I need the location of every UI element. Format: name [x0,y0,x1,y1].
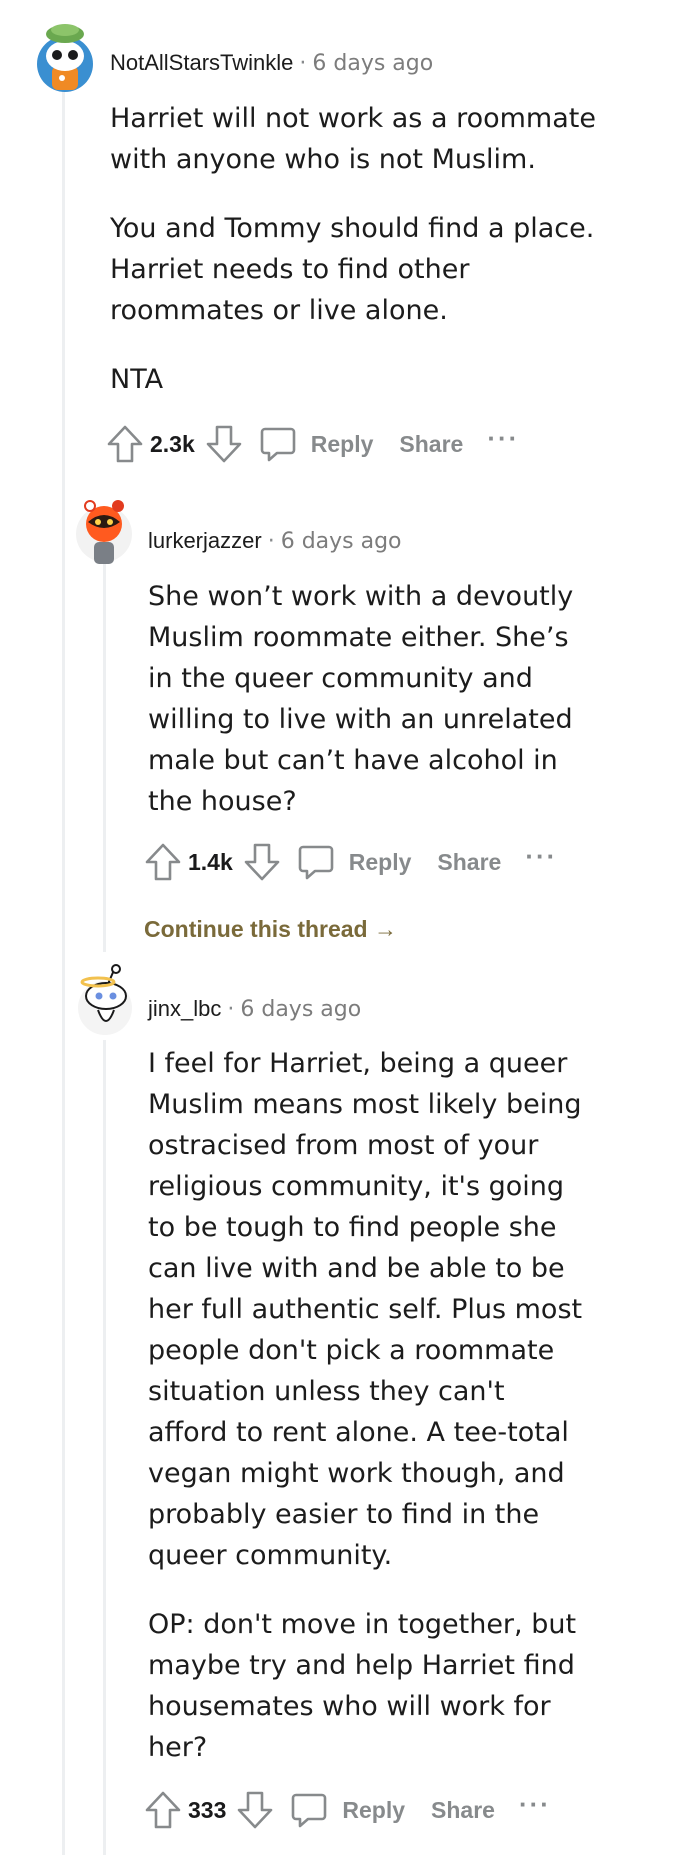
timestamp[interactable]: 6 days ago [312,51,433,76]
avatar-snoo-icon [78,964,132,1035]
avatar[interactable] [74,494,134,566]
avatar-snoo-icon [37,24,93,92]
comment-icon [298,845,334,880]
comment-icon [260,427,296,462]
vote-count: 333 [188,1796,227,1823]
downvote-icon [206,425,242,463]
downvote-button[interactable] [236,1790,274,1830]
downvote-button[interactable] [243,842,281,882]
comment-body: I feel for Harriet, being a queer Muslim… [148,1043,588,1796]
thread-line-root[interactable] [62,86,65,1855]
more-options-icon: ··· [487,423,520,453]
downvote-icon [238,1791,273,1829]
more-options-button[interactable]: ··· [518,1789,551,1821]
comment-paragraph: NTA [110,364,164,395]
share-label: Share [399,430,464,457]
avatar[interactable] [36,20,94,92]
comment-paragraph: She won’t work with a devoutly Muslim ro… [148,581,574,817]
timestamp[interactable]: 6 days ago [281,529,402,554]
reply-label: Reply [348,848,412,875]
comment-meta: NotAllStarsTwinkle · 6 days ago [110,50,433,76]
comment-paragraph: You and Tommy should find a place. Harri… [110,213,595,326]
downvote-icon [244,843,280,881]
downvote-button[interactable] [205,424,243,464]
separator: · [227,997,235,1022]
more-options-button[interactable]: ··· [487,423,520,455]
vote-count: 2.3k [150,430,195,457]
reply-button[interactable]: Reply [259,425,374,463]
share-button[interactable]: Share [437,849,501,876]
reply-label: Reply [342,1796,406,1823]
username[interactable]: lurkerjazzer [148,528,262,553]
continue-thread-link[interactable]: Continue this thread → [144,916,397,943]
upvote-icon [145,1791,181,1829]
reply-button[interactable]: Reply [297,843,412,881]
username[interactable]: jinx_lbc [148,996,221,1021]
separator: · [299,51,307,76]
upvote-button[interactable] [106,424,144,464]
upvote-button[interactable] [144,1790,182,1830]
comment-paragraph: Harriet will not work as a roommate with… [110,103,596,175]
more-options-button[interactable]: ··· [525,841,558,873]
comment-actions: 333 Reply Share ··· [144,1788,551,1832]
comment-body: Harriet will not work as a roommate with… [110,98,610,428]
share-button[interactable]: Share [431,1797,495,1824]
upvote-icon [107,425,143,463]
reply-label: Reply [310,430,374,457]
avatar-snoo-icon [76,500,132,564]
share-label: Share [437,848,502,875]
share-button[interactable]: Share [399,431,463,458]
share-label: Share [431,1796,495,1823]
vote-count: 1.4k [188,848,233,875]
comment-meta: jinx_lbc · 6 days ago [148,996,361,1022]
thread-line-reply-2[interactable] [103,1040,106,1855]
reply-button[interactable]: Reply [290,1791,405,1829]
separator: · [267,529,275,554]
comment-actions: 1.4k Reply Share ··· [144,840,557,884]
comment-body: She won’t work with a devoutly Muslim ro… [148,576,588,850]
more-options-icon: ··· [518,1789,551,1819]
avatar[interactable] [76,962,134,1038]
more-options-icon: ··· [525,841,558,871]
upvote-icon [145,843,181,881]
timestamp[interactable]: 6 days ago [240,997,361,1022]
username[interactable]: NotAllStarsTwinkle [110,50,293,75]
comment-paragraph: OP: don't move in together, but maybe tr… [148,1609,577,1763]
comment-meta: lurkerjazzer · 6 days ago [148,528,402,554]
comment-actions: 2.3k Reply Share ··· [106,422,519,466]
comment-icon [292,1793,327,1828]
comment-paragraph: I feel for Harriet, being a queer Muslim… [148,1048,583,1571]
upvote-button[interactable] [144,842,182,882]
thread-line-reply-1[interactable] [103,528,106,952]
